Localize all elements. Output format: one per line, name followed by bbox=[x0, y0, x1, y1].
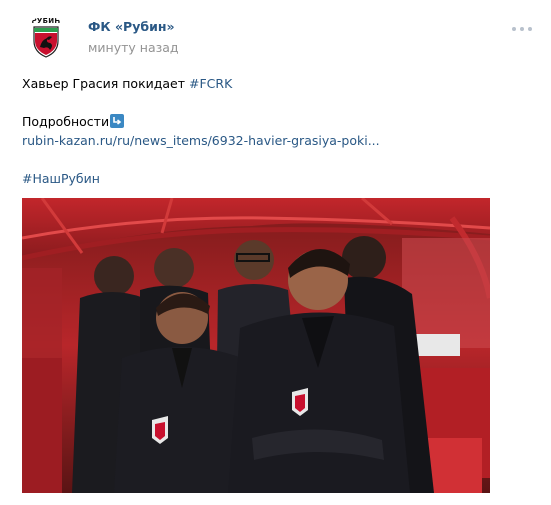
post-text-line-1-text: Хавьер Грасия покидает bbox=[22, 76, 190, 91]
post-text-line-1: Хавьер Грасия покидает #FCRK bbox=[22, 74, 532, 93]
coaches-bench-photo bbox=[22, 198, 490, 493]
post-text-line-details: Подробности bbox=[22, 112, 532, 131]
post-more-button[interactable] bbox=[510, 22, 534, 36]
more-dot-icon bbox=[520, 27, 524, 31]
post-header: РУБИН ФК «Рубин» минуту назад bbox=[24, 16, 534, 60]
news-link[interactable]: rubin-kazan.ru/ru/news_items/6932-havier… bbox=[22, 133, 380, 148]
hashtag-nashrubin[interactable]: #НашРубин bbox=[22, 171, 100, 186]
more-dot-icon bbox=[512, 27, 516, 31]
wall-post: РУБИН ФК «Рубин» минуту назад Хавьер Гра… bbox=[0, 0, 551, 505]
post-time[interactable]: минуту назад bbox=[88, 40, 179, 55]
club-avatar[interactable]: РУБИН bbox=[24, 16, 68, 60]
more-dot-icon bbox=[528, 27, 532, 31]
post-photo[interactable] bbox=[22, 198, 490, 493]
post-author-link[interactable]: ФК «Рубин» bbox=[88, 19, 175, 34]
down-right-arrow-icon bbox=[110, 114, 125, 128]
details-label: Подробности bbox=[22, 114, 110, 129]
avatar-text: РУБИН bbox=[31, 17, 61, 25]
hashtag-fcrk[interactable]: #FCRK bbox=[189, 76, 232, 91]
post-text: Хавьер Грасия покидает #FCRK Подробности… bbox=[22, 74, 532, 188]
